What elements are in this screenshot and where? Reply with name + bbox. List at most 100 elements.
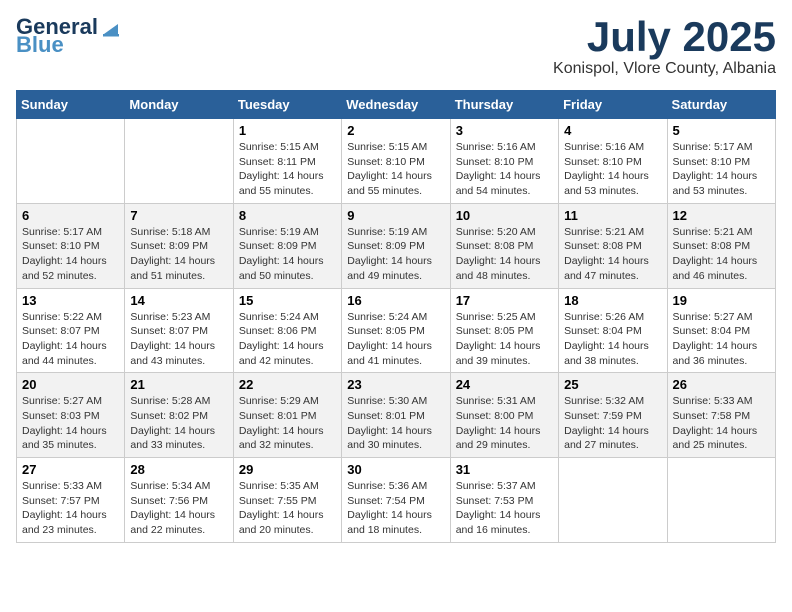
col-header-saturday: Saturday [667, 91, 775, 119]
day-number: 4 [564, 123, 661, 138]
day-cell: 7 Sunrise: 5:18 AMSunset: 8:09 PMDaylight… [125, 203, 233, 288]
week-row-1: 1 Sunrise: 5:15 AMSunset: 8:11 PMDaylight… [17, 119, 776, 204]
day-info: Sunrise: 5:26 AMSunset: 8:04 PMDaylight:… [564, 310, 661, 369]
day-cell: 31 Sunrise: 5:37 AMSunset: 7:53 PMDayligh… [450, 458, 558, 543]
day-info: Sunrise: 5:33 AMSunset: 7:57 PMDaylight:… [22, 479, 119, 538]
day-number: 20 [22, 377, 119, 392]
day-info: Sunrise: 5:23 AMSunset: 8:07 PMDaylight:… [130, 310, 227, 369]
day-info: Sunrise: 5:27 AMSunset: 8:04 PMDaylight:… [673, 310, 770, 369]
day-info: Sunrise: 5:15 AMSunset: 8:10 PMDaylight:… [347, 140, 444, 199]
day-cell: 12 Sunrise: 5:21 AMSunset: 8:08 PMDayligh… [667, 203, 775, 288]
day-number: 7 [130, 208, 227, 223]
day-cell: 3 Sunrise: 5:16 AMSunset: 8:10 PMDaylight… [450, 119, 558, 204]
week-row-4: 20 Sunrise: 5:27 AMSunset: 8:03 PMDayligh… [17, 373, 776, 458]
day-cell [559, 458, 667, 543]
day-info: Sunrise: 5:32 AMSunset: 7:59 PMDaylight:… [564, 394, 661, 453]
col-header-wednesday: Wednesday [342, 91, 450, 119]
day-info: Sunrise: 5:31 AMSunset: 8:00 PMDaylight:… [456, 394, 553, 453]
day-number: 23 [347, 377, 444, 392]
day-info: Sunrise: 5:19 AMSunset: 8:09 PMDaylight:… [347, 225, 444, 284]
day-number: 18 [564, 293, 661, 308]
day-cell: 21 Sunrise: 5:28 AMSunset: 8:02 PMDayligh… [125, 373, 233, 458]
day-info: Sunrise: 5:16 AMSunset: 8:10 PMDaylight:… [456, 140, 553, 199]
day-number: 6 [22, 208, 119, 223]
day-number: 17 [456, 293, 553, 308]
day-info: Sunrise: 5:20 AMSunset: 8:08 PMDaylight:… [456, 225, 553, 284]
day-cell: 23 Sunrise: 5:30 AMSunset: 8:01 PMDayligh… [342, 373, 450, 458]
month-title: July 2025 [553, 16, 776, 58]
day-info: Sunrise: 5:35 AMSunset: 7:55 PMDaylight:… [239, 479, 336, 538]
day-cell: 1 Sunrise: 5:15 AMSunset: 8:11 PMDaylight… [233, 119, 341, 204]
day-cell: 10 Sunrise: 5:20 AMSunset: 8:08 PMDayligh… [450, 203, 558, 288]
day-cell: 27 Sunrise: 5:33 AMSunset: 7:57 PMDayligh… [17, 458, 125, 543]
day-number: 1 [239, 123, 336, 138]
day-cell: 6Sunrise: 5:17 AMSunset: 8:10 PMDaylight… [17, 203, 125, 288]
day-number: 12 [673, 208, 770, 223]
day-number: 24 [456, 377, 553, 392]
col-header-sunday: Sunday [17, 91, 125, 119]
day-number: 11 [564, 208, 661, 223]
day-info: Sunrise: 5:27 AMSunset: 8:03 PMDaylight:… [22, 394, 119, 453]
day-info: Sunrise: 5:24 AMSunset: 8:05 PMDaylight:… [347, 310, 444, 369]
day-cell [17, 119, 125, 204]
day-number: 30 [347, 462, 444, 477]
day-cell: 2 Sunrise: 5:15 AMSunset: 8:10 PMDaylight… [342, 119, 450, 204]
location-title: Konispol, Vlore County, Albania [553, 60, 776, 78]
day-cell: 26Sunrise: 5:33 AMSunset: 7:58 PMDayligh… [667, 373, 775, 458]
day-number: 9 [347, 208, 444, 223]
logo-icon [100, 16, 122, 38]
day-number: 3 [456, 123, 553, 138]
day-cell: 22 Sunrise: 5:29 AMSunset: 8:01 PMDayligh… [233, 373, 341, 458]
day-cell: 15Sunrise: 5:24 AMSunset: 8:06 PMDayligh… [233, 288, 341, 373]
day-info: Sunrise: 5:16 AMSunset: 8:10 PMDaylight:… [564, 140, 661, 199]
day-cell: 16 Sunrise: 5:24 AMSunset: 8:05 PMDayligh… [342, 288, 450, 373]
col-header-friday: Friday [559, 91, 667, 119]
day-number: 21 [130, 377, 227, 392]
day-info: Sunrise: 5:30 AMSunset: 8:01 PMDaylight:… [347, 394, 444, 453]
day-number: 28 [130, 462, 227, 477]
col-header-tuesday: Tuesday [233, 91, 341, 119]
week-row-3: 13 Sunrise: 5:22 AMSunset: 8:07 PMDayligh… [17, 288, 776, 373]
day-info: Sunrise: 5:34 AMSunset: 7:56 PMDaylight:… [130, 479, 227, 538]
day-number: 16 [347, 293, 444, 308]
day-cell [125, 119, 233, 204]
day-number: 13 [22, 293, 119, 308]
day-cell: 11 Sunrise: 5:21 AMSunset: 8:08 PMDayligh… [559, 203, 667, 288]
day-info: Sunrise: 5:15 AMSunset: 8:11 PMDaylight:… [239, 140, 336, 199]
day-info: Sunrise: 5:21 AMSunset: 8:08 PMDaylight:… [673, 225, 770, 284]
day-number: 26 [673, 377, 770, 392]
col-header-monday: Monday [125, 91, 233, 119]
day-cell: 14Sunrise: 5:23 AMSunset: 8:07 PMDayligh… [125, 288, 233, 373]
day-info: Sunrise: 5:37 AMSunset: 7:53 PMDaylight:… [456, 479, 553, 538]
day-cell: 30 Sunrise: 5:36 AMSunset: 7:54 PMDayligh… [342, 458, 450, 543]
day-cell: 20 Sunrise: 5:27 AMSunset: 8:03 PMDayligh… [17, 373, 125, 458]
day-number: 10 [456, 208, 553, 223]
day-info: Sunrise: 5:36 AMSunset: 7:54 PMDaylight:… [347, 479, 444, 538]
day-number: 2 [347, 123, 444, 138]
day-cell: 5Sunrise: 5:17 AMSunset: 8:10 PMDaylight… [667, 119, 775, 204]
header-row: SundayMondayTuesdayWednesdayThursdayFrid… [17, 91, 776, 119]
week-row-5: 27 Sunrise: 5:33 AMSunset: 7:57 PMDayligh… [17, 458, 776, 543]
day-info: Sunrise: 5:29 AMSunset: 8:01 PMDaylight:… [239, 394, 336, 453]
logo-text-blue: Blue [16, 34, 64, 56]
day-number: 29 [239, 462, 336, 477]
col-header-thursday: Thursday [450, 91, 558, 119]
day-cell: 29 Sunrise: 5:35 AMSunset: 7:55 PMDayligh… [233, 458, 341, 543]
day-info: Sunrise: 5:18 AMSunset: 8:09 PMDaylight:… [130, 225, 227, 284]
day-number: 27 [22, 462, 119, 477]
day-number: 25 [564, 377, 661, 392]
calendar-table: SundayMondayTuesdayWednesdayThursdayFrid… [16, 90, 776, 543]
day-number: 31 [456, 462, 553, 477]
day-cell: 8Sunrise: 5:19 AMSunset: 8:09 PMDaylight… [233, 203, 341, 288]
day-info: Sunrise: 5:28 AMSunset: 8:02 PMDaylight:… [130, 394, 227, 453]
day-number: 15 [239, 293, 336, 308]
page-header: General Blue July 2025 Konispol, Vlore C… [16, 16, 776, 78]
day-number: 5 [673, 123, 770, 138]
day-cell: 19Sunrise: 5:27 AMSunset: 8:04 PMDayligh… [667, 288, 775, 373]
day-cell: 9 Sunrise: 5:19 AMSunset: 8:09 PMDaylight… [342, 203, 450, 288]
day-number: 22 [239, 377, 336, 392]
day-info: Sunrise: 5:22 AMSunset: 8:07 PMDaylight:… [22, 310, 119, 369]
day-info: Sunrise: 5:21 AMSunset: 8:08 PMDaylight:… [564, 225, 661, 284]
week-row-2: 6Sunrise: 5:17 AMSunset: 8:10 PMDaylight… [17, 203, 776, 288]
day-info: Sunrise: 5:25 AMSunset: 8:05 PMDaylight:… [456, 310, 553, 369]
